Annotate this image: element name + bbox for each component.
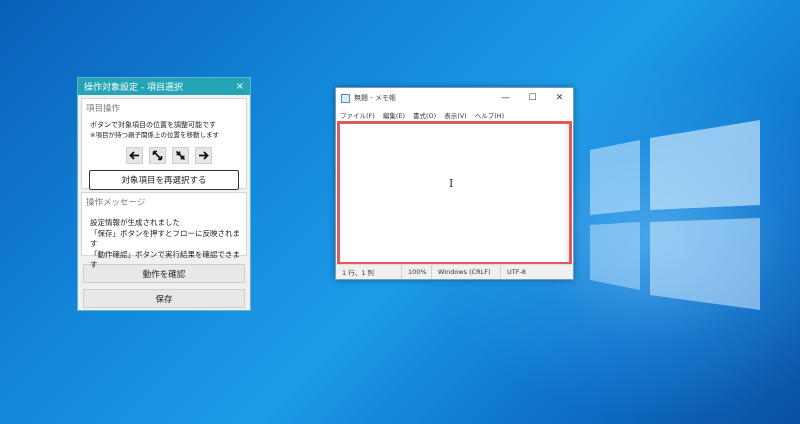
notepad-menubar: ファイル(F) 編集(E) 書式(O) 表示(V) ヘルプ(H) [336,108,573,121]
menu-view[interactable]: 表示(V) [444,110,467,120]
minimize-button[interactable]: — [492,88,519,108]
message-section: 操作メッセージ 設定情報が生成されました 「保存」ボタンを押すとフローに反映され… [81,192,247,269]
menu-file[interactable]: ファイル(F) [340,110,375,120]
collapse-icon [175,150,186,161]
message-line: 「保存」ボタンを押すとフローに反映されます [90,228,240,249]
vertical-scrollbar[interactable] [565,124,569,262]
ops-desc-line2: ※項目が持つ親子関係上の位置を移動します [90,131,219,139]
menu-format[interactable]: 書式(O) [413,110,436,120]
collapse-button[interactable] [172,147,189,164]
maximize-button[interactable]: ☐ [519,88,546,108]
menu-help[interactable]: ヘルプ(H) [475,110,504,120]
status-line-ending: Windows (CRLF) [432,265,501,279]
panel-titlebar: 操作対象設定 - 項目選択 × [78,78,250,95]
move-right-button[interactable] [195,147,212,164]
reselect-target-button[interactable]: 対象項目を再選択する [89,170,239,190]
windows-logo [590,120,760,310]
ops-desc-line1: ボタンで対象項目の位置を調整可能です [90,121,216,129]
notepad-window: 無題 - メモ帳 — ☐ ✕ ファイル(F) 編集(E) 書式(O) 表示(V)… [335,87,574,280]
notepad-text-area[interactable]: I [337,121,572,265]
message-title: 操作メッセージ [86,198,146,208]
move-left-button[interactable] [126,147,143,164]
arrow-right-icon [199,151,209,160]
notepad-titlebar: 無題 - メモ帳 — ☐ ✕ [336,88,573,108]
message-body: 設定情報が生成されました 「保存」ボタンを押すとフローに反映されます 「動作確認… [82,210,246,271]
menu-edit[interactable]: 編集(E) [383,110,405,120]
verify-button[interactable]: 動作を確認 [83,264,245,283]
message-line: 設定情報が生成されました [90,218,180,227]
item-operation-section: 項目操作 ボタンで対象項目の位置を調整可能です ※項目が持つ親子関係上の位置を移… [81,98,247,190]
item-operation-title: 項目操作 [86,104,121,114]
status-position: 1 行、1 列 [336,265,402,279]
window-controls: — ☐ ✕ [492,88,573,108]
arrow-left-icon [129,151,139,160]
notepad-statusbar: 1 行、1 列 100% Windows (CRLF) UTF-8 [336,264,573,279]
close-icon[interactable]: × [236,81,244,92]
notepad-title: 無題 - メモ帳 [354,94,396,102]
text-cursor-icon: I [449,177,454,190]
arrow-buttons [82,140,246,164]
expand-button[interactable] [149,147,166,164]
save-button[interactable]: 保存 [83,289,245,308]
close-button[interactable]: ✕ [546,88,573,108]
item-operation-description: ボタンで対象項目の位置を調整可能です ※項目が持つ親子関係上の位置を移動します [82,116,246,140]
target-settings-panel: 操作対象設定 - 項目選択 × 項目操作 ボタンで対象項目の位置を調整可能です … [77,77,251,311]
status-zoom: 100% [402,265,432,279]
panel-title: 操作対象設定 - 項目選択 [84,83,183,93]
expand-icon [152,150,163,161]
notepad-icon [341,93,350,103]
status-encoding: UTF-8 [507,268,526,276]
